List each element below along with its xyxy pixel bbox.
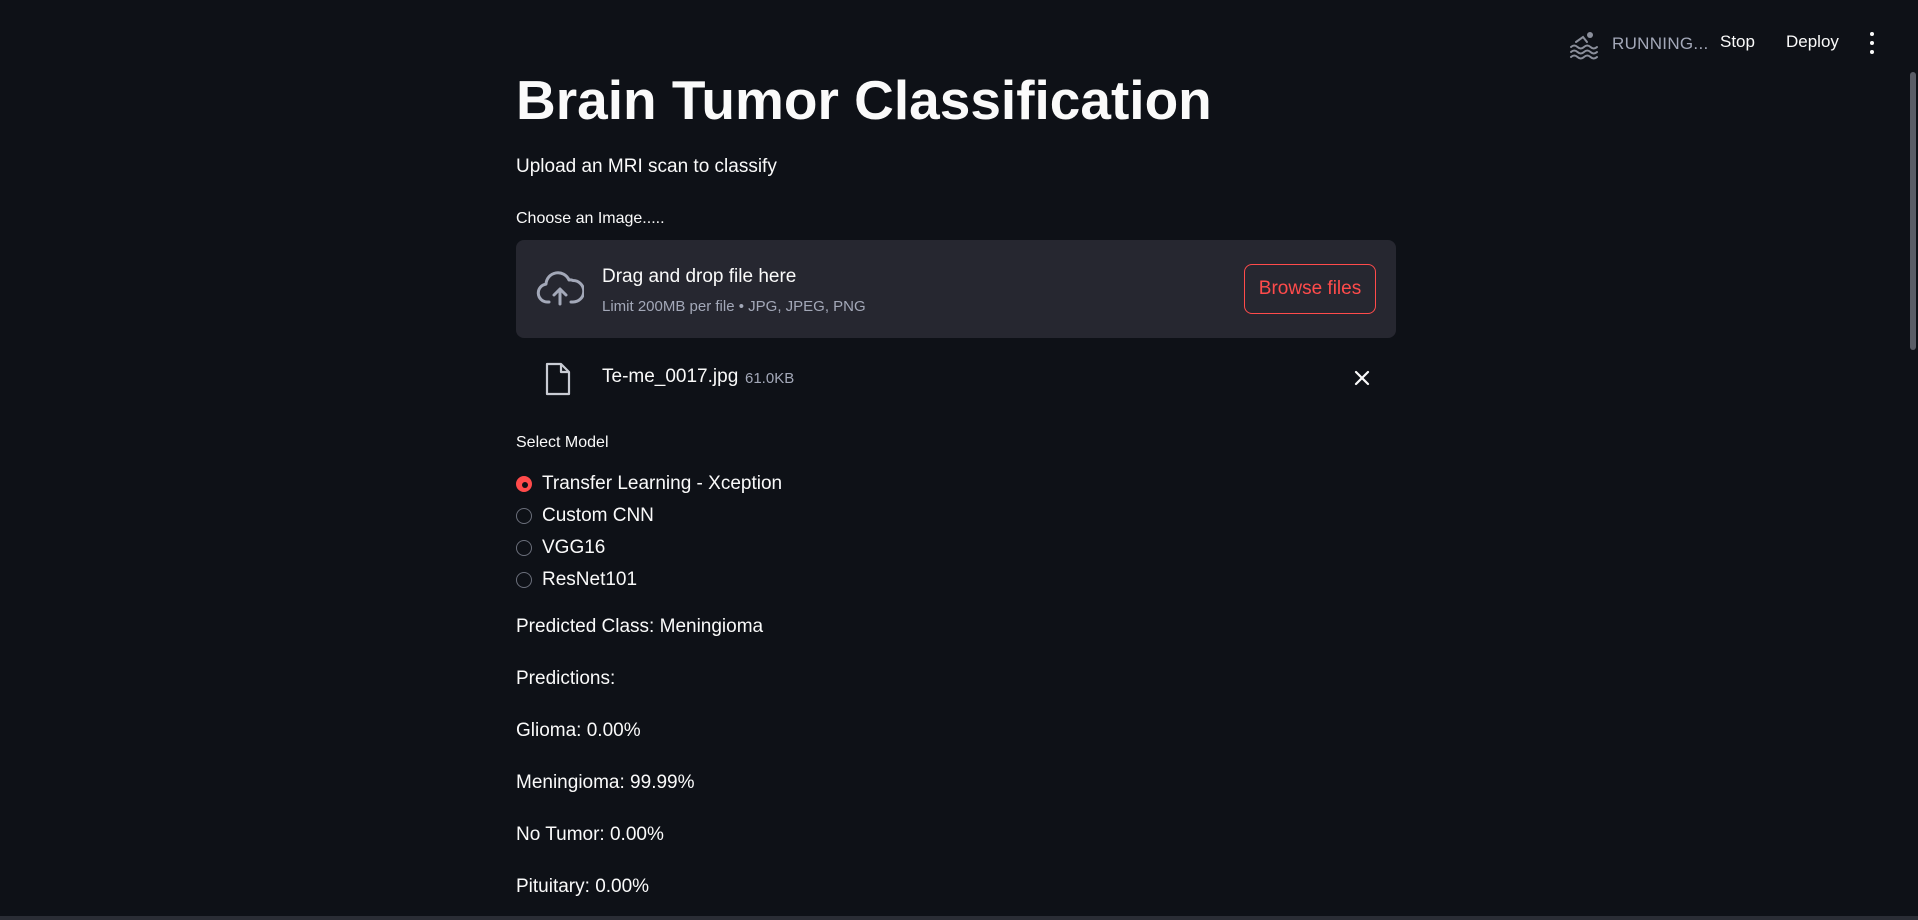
status-text: RUNNING...	[1612, 34, 1709, 53]
prediction-glioma: Glioma: 0.00%	[516, 720, 641, 741]
deploy-button[interactable]: Deploy	[1784, 28, 1841, 56]
model-select-label: Select Model	[516, 434, 609, 451]
predictions-heading: Predictions:	[516, 668, 616, 689]
radio-option[interactable]: VGG16	[516, 532, 782, 564]
prediction-meningioma: Meningioma: 99.99%	[516, 772, 695, 793]
radio-button[interactable]	[516, 572, 532, 588]
radio-button-selected[interactable]	[516, 476, 532, 492]
radio-button[interactable]	[516, 508, 532, 524]
file-icon	[545, 362, 571, 396]
dropzone-text: Drag and drop file here	[602, 266, 797, 287]
radio-label: Custom CNN	[542, 505, 654, 526]
running-status: RUNNING...	[1568, 28, 1709, 60]
scrollbar[interactable]	[1910, 72, 1916, 350]
browse-files-button[interactable]: Browse files	[1244, 264, 1376, 314]
radio-option[interactable]: ResNet101	[516, 564, 782, 596]
cloud-upload-icon	[536, 271, 584, 306]
prediction-no-tumor: No Tumor: 0.00%	[516, 824, 664, 845]
close-icon[interactable]	[1352, 368, 1372, 388]
file-size: 61.0KB	[745, 370, 795, 387]
page-subtitle: Upload an MRI scan to classify	[516, 156, 777, 177]
page-title: Brain Tumor Classification	[516, 69, 1212, 131]
radio-button[interactable]	[516, 540, 532, 556]
predicted-class-text: Predicted Class: Meningioma	[516, 616, 764, 637]
uploader-label: Choose an Image.....	[516, 210, 665, 227]
bottom-divider	[0, 916, 1918, 920]
radio-option[interactable]: Custom CNN	[516, 500, 782, 532]
radio-option[interactable]: Transfer Learning - Xception	[516, 468, 782, 500]
model-radio-group: Transfer Learning - Xception Custom CNN …	[516, 468, 782, 596]
stop-button[interactable]: Stop	[1718, 28, 1757, 56]
swimmer-icon	[1570, 32, 1598, 60]
radio-label: VGG16	[542, 537, 606, 558]
prediction-pituitary: Pituitary: 0.00%	[516, 876, 650, 897]
radio-label: Transfer Learning - Xception	[542, 473, 783, 494]
dropzone-limit: Limit 200MB per file • JPG, JPEG, PNG	[602, 298, 866, 315]
radio-label: ResNet101	[542, 569, 638, 590]
uploaded-file: Te-me_0017.jpg 61.0KB	[516, 360, 1396, 396]
file-name: Te-me_0017.jpg	[602, 366, 739, 387]
more-vertical-icon[interactable]	[1862, 32, 1882, 54]
file-dropzone[interactable]: Drag and drop file here Limit 200MB per …	[516, 240, 1396, 338]
